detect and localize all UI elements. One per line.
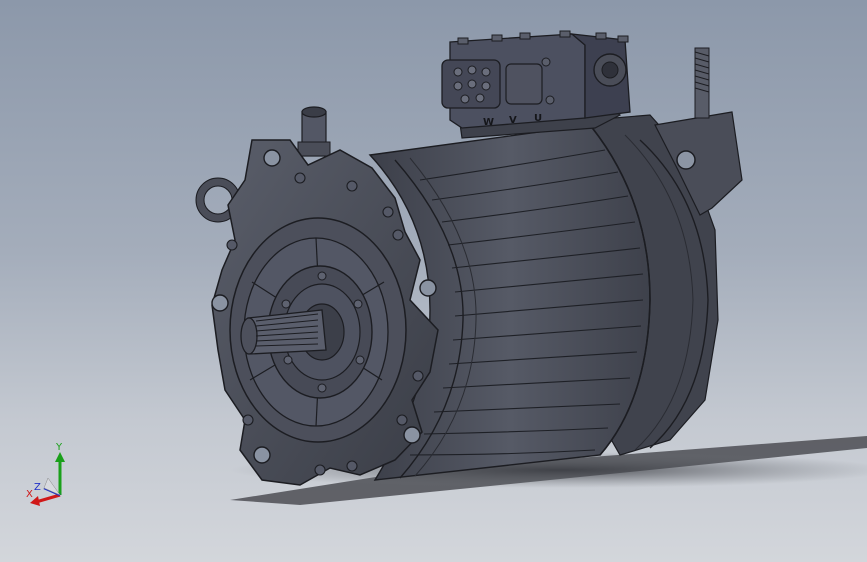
z-axis-label: Z xyxy=(34,482,41,493)
lifting-eye-edge-inner xyxy=(203,185,233,215)
x-axis-line xyxy=(35,493,61,504)
coolant-pipe-top xyxy=(301,106,327,118)
shaft-end xyxy=(240,317,258,355)
connector-screw-top xyxy=(541,57,551,67)
y-axis-arrow xyxy=(55,452,65,462)
graphics-viewport[interactable]: W V U Y X Z xyxy=(0,0,867,562)
cable-gland-inner xyxy=(601,61,619,79)
phase-label-w: W xyxy=(483,117,494,128)
phase-label-v: V xyxy=(509,115,517,126)
coolant-pipe-collar xyxy=(297,141,331,157)
connector-screw-bottom xyxy=(545,95,555,105)
y-axis-label: Y xyxy=(55,442,63,453)
phase-label-u: U xyxy=(534,113,542,124)
bracket-hole xyxy=(676,150,696,170)
x-axis-label: X xyxy=(26,489,33,500)
view-orientation-triad[interactable]: Y X Z xyxy=(22,440,82,510)
connector-latch xyxy=(505,63,543,105)
motor-model[interactable]: W V U xyxy=(0,0,867,562)
